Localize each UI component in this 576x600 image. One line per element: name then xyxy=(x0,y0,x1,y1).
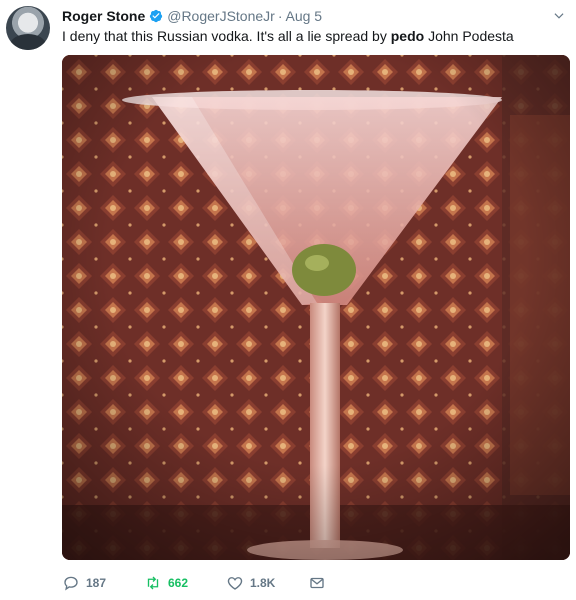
tweet-text: I deny that this Russian vodka. It's all… xyxy=(62,27,566,45)
author-name[interactable]: Roger Stone xyxy=(62,8,145,24)
reply-button[interactable]: 187 xyxy=(62,574,144,592)
envelope-icon xyxy=(310,577,324,589)
avatar-shoulders xyxy=(10,34,46,50)
direct-message-button[interactable] xyxy=(308,574,338,592)
like-button[interactable]: 1.8K xyxy=(226,574,308,592)
verified-badge-icon xyxy=(150,9,163,23)
retweet-button[interactable]: 662 xyxy=(144,574,226,592)
reply-icon xyxy=(64,576,78,591)
tweet-text-bold: pedo xyxy=(390,28,425,44)
tweet-actions: 187 662 1.8K xyxy=(62,571,338,595)
tweet-date[interactable]: Aug 5 xyxy=(286,8,323,24)
martini-photo-image xyxy=(62,55,570,560)
author-avatar[interactable] xyxy=(6,6,50,50)
tweet-text-start: I deny that this Russian vodka. It's all… xyxy=(62,28,391,44)
header-separator: · xyxy=(277,8,283,24)
heart-icon xyxy=(227,577,243,590)
tweet-photo[interactable] xyxy=(62,55,570,560)
author-handle[interactable]: @RogerJStoneJr xyxy=(167,8,275,24)
retweet-icon xyxy=(147,576,159,590)
retweet-count: 662 xyxy=(168,576,189,590)
tweet-header: Roger Stone @RogerJStoneJr · Aug 5 xyxy=(62,7,566,25)
tweet-text-end: John Podesta xyxy=(424,28,514,44)
reply-count: 187 xyxy=(86,576,107,590)
like-count: 1.8K xyxy=(250,576,276,590)
chevron-down-icon[interactable] xyxy=(552,9,566,23)
